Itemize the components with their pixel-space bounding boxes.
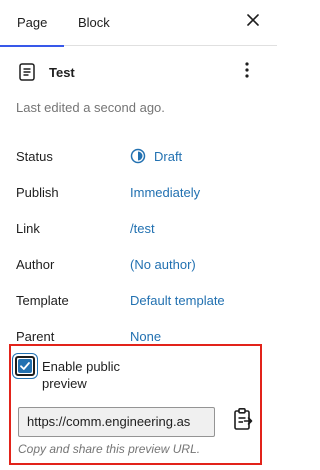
status-row: Status Draft bbox=[16, 138, 261, 174]
document-title-row: Test bbox=[16, 46, 261, 98]
public-preview-section: Enable public preview https://comm.engin… bbox=[9, 344, 262, 465]
status-value-button[interactable]: Draft bbox=[130, 148, 182, 164]
tab-block[interactable]: Block bbox=[64, 0, 110, 46]
sidebar-tabs: Page Block bbox=[0, 0, 277, 47]
parent-value-button[interactable]: None bbox=[130, 329, 161, 344]
publish-row: Publish Immediately bbox=[16, 174, 261, 210]
link-value-button[interactable]: /test bbox=[130, 221, 155, 236]
clipboard-copy-icon bbox=[233, 407, 253, 436]
draft-status-icon bbox=[130, 148, 146, 164]
copy-url-button[interactable] bbox=[230, 407, 256, 435]
author-label: Author bbox=[16, 256, 55, 272]
checkmark-icon bbox=[18, 359, 32, 373]
tab-block-label: Block bbox=[78, 15, 110, 30]
preview-url-field[interactable]: https://comm.engineering.as bbox=[18, 407, 215, 437]
post-properties: Status Draft Publish Immediately Link /t… bbox=[0, 138, 277, 354]
document-settings-panel: Page Block Test Last edited a second ago… bbox=[0, 0, 277, 470]
post-summary: Test Last edited a second ago. bbox=[0, 46, 277, 126]
template-value-button[interactable]: Default template bbox=[130, 293, 225, 308]
enable-public-preview-checkbox[interactable] bbox=[15, 356, 35, 376]
close-button[interactable] bbox=[243, 12, 263, 32]
author-row: Author (No author) bbox=[16, 246, 261, 282]
tab-page[interactable]: Page bbox=[0, 0, 64, 47]
link-row: Link /test bbox=[16, 210, 261, 246]
status-value: Draft bbox=[154, 148, 183, 164]
template-label: Template bbox=[16, 292, 69, 308]
parent-label: Parent bbox=[16, 328, 55, 344]
status-label: Status bbox=[16, 148, 53, 164]
page-icon bbox=[17, 62, 37, 82]
more-vertical-icon bbox=[245, 61, 249, 83]
document-title: Test bbox=[49, 64, 75, 80]
more-options-button[interactable] bbox=[237, 61, 257, 83]
tab-page-label: Page bbox=[17, 15, 48, 30]
link-label: Link bbox=[16, 220, 40, 236]
author-value-button[interactable]: (No author) bbox=[130, 257, 196, 272]
close-icon bbox=[246, 13, 260, 32]
publish-label: Publish bbox=[16, 184, 59, 200]
enable-public-preview-label[interactable]: Enable public preview bbox=[42, 358, 152, 392]
preview-help-text: Copy and share this preview URL. bbox=[18, 442, 201, 456]
template-row: Template Default template bbox=[16, 282, 261, 318]
last-edited-text: Last edited a second ago. bbox=[16, 100, 165, 115]
publish-value-button[interactable]: Immediately bbox=[130, 185, 200, 200]
